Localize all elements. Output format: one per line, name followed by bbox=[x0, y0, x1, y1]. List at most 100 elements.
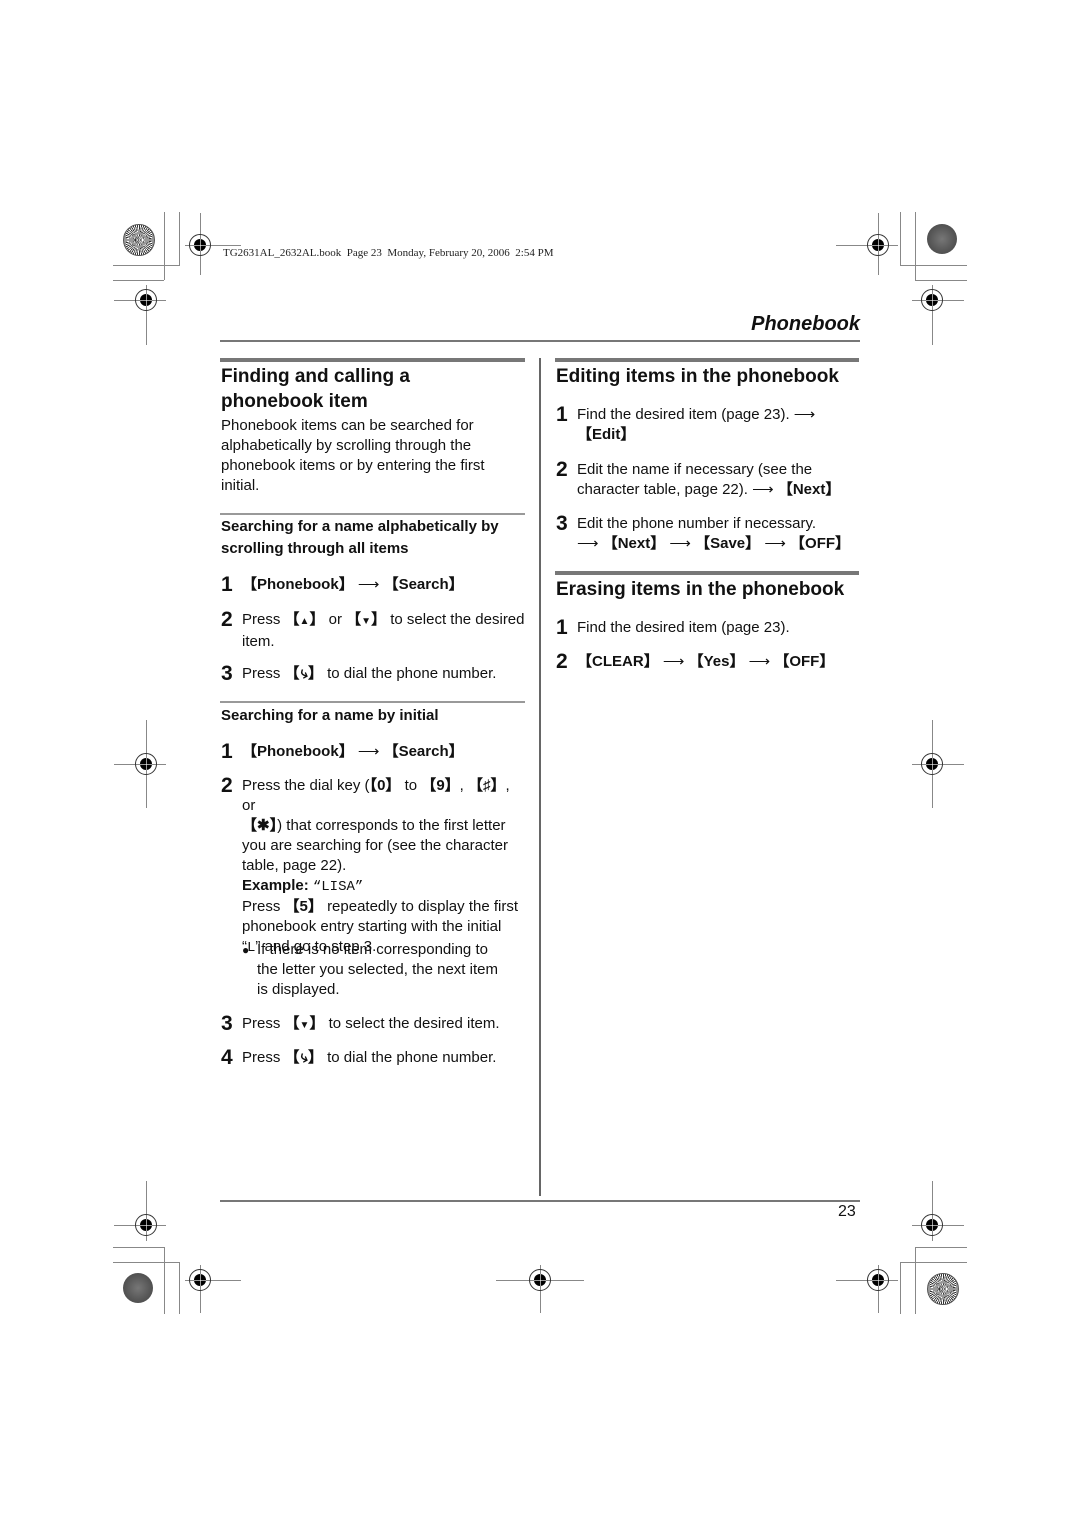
arrow-icon: ⟶ bbox=[764, 535, 786, 552]
crop-mark bbox=[915, 280, 967, 281]
text: Press bbox=[242, 1015, 281, 1032]
intro-line: Phonebook items can be searched for bbox=[221, 417, 474, 434]
text: table, page 22). bbox=[242, 857, 347, 874]
intro-line: initial. bbox=[221, 477, 260, 494]
note-line: the letter you selected, the next item bbox=[257, 961, 498, 978]
subsection-rule bbox=[220, 701, 525, 703]
key-next: Next bbox=[792, 481, 826, 498]
step-number: 1 bbox=[221, 573, 233, 596]
text: Press bbox=[242, 1049, 281, 1066]
key-up-icon: ▲ bbox=[299, 616, 310, 627]
step-number: 4 bbox=[221, 1046, 233, 1069]
key-phonebook: Phonebook bbox=[257, 743, 339, 760]
intro-line: alphabetically by scrolling through the bbox=[221, 437, 472, 454]
section-rule bbox=[555, 571, 859, 575]
step-number: 2 bbox=[221, 608, 233, 631]
registration-disc-icon bbox=[927, 224, 957, 254]
text: Press bbox=[242, 898, 281, 915]
heading-editing: Editing items in the phonebook bbox=[556, 366, 839, 387]
text: Edit the name if necessary (see the bbox=[577, 461, 813, 478]
arrow-icon: ⟶ bbox=[577, 535, 599, 552]
step-number: 1 bbox=[556, 403, 568, 426]
step-number: 3 bbox=[221, 1012, 233, 1035]
page-number: 23 bbox=[838, 1203, 856, 1220]
step-1: 1 【Phonebook】 ⟶ 【Search】 bbox=[221, 740, 464, 763]
crop-mark bbox=[113, 280, 164, 281]
text: Press the dial key ( bbox=[242, 777, 370, 794]
registration-disc-icon bbox=[123, 1273, 153, 1303]
crop-mark bbox=[164, 1247, 165, 1314]
step-1: 1 Find the desired item (page 23). ⟶ 【Edi… bbox=[556, 403, 816, 444]
key-next: Next bbox=[617, 535, 651, 552]
key-off: OFF bbox=[789, 653, 820, 670]
crop-mark bbox=[179, 212, 180, 266]
note-line: If there is no item corresponding to bbox=[257, 941, 488, 958]
crop-mark bbox=[113, 1247, 164, 1248]
key-yes: Yes bbox=[703, 653, 730, 670]
subheading-line: Searching for a name alphabetically by bbox=[221, 518, 499, 535]
arrow-icon: ⟶ bbox=[357, 743, 380, 760]
registration-starburst-icon bbox=[927, 1273, 959, 1305]
heading-finding-calling: Finding and calling a phonebook item bbox=[221, 364, 410, 414]
text: repeatedly to display the first bbox=[327, 898, 518, 915]
key-search: Search bbox=[398, 743, 449, 760]
key-clear: CLEAR bbox=[592, 653, 644, 670]
arrow-icon: ⟶ bbox=[669, 535, 691, 552]
crop-mark bbox=[900, 1262, 901, 1314]
text: , bbox=[459, 777, 464, 794]
section-title: Phonebook bbox=[751, 313, 860, 335]
step-number: 3 bbox=[221, 662, 233, 685]
text: or bbox=[328, 611, 342, 628]
section-rule bbox=[220, 358, 525, 362]
step-3: 3 Edit the phone number if necessary. ⟶ 【… bbox=[556, 512, 851, 553]
text: Edit the phone number if necessary. bbox=[577, 515, 817, 532]
key-star-icon: ✱ bbox=[257, 817, 270, 834]
text: Find the desired item (page 23). bbox=[577, 619, 790, 636]
text: item. bbox=[242, 633, 275, 650]
subsection-rule bbox=[220, 513, 525, 515]
arrow-icon: ⟶ bbox=[662, 653, 685, 670]
crop-mark bbox=[900, 265, 967, 266]
text: phonebook entry starting with the initia… bbox=[242, 918, 502, 935]
text: character table, page 22). bbox=[577, 481, 748, 498]
heading-erasing: Erasing items in the phonebook bbox=[556, 579, 845, 600]
crop-mark bbox=[900, 1262, 967, 1263]
key-down-icon: ▼ bbox=[299, 1020, 310, 1031]
text: ) that corresponds to the first letter bbox=[277, 817, 506, 834]
step-2: 2 Press 【▲】 or 【▼】 to select the desired… bbox=[221, 608, 525, 651]
key-0: 0 bbox=[377, 777, 386, 794]
step-number: 2 bbox=[556, 458, 568, 481]
step-4: 4 Press 【⤷】 to dial the phone number. bbox=[221, 1046, 497, 1069]
subheading-line: scrolling through all items bbox=[221, 540, 409, 557]
bullet-icon: ● bbox=[242, 943, 250, 957]
key-search: Search bbox=[398, 576, 449, 593]
step-number: 1 bbox=[556, 616, 568, 639]
key-phonebook: Phonebook bbox=[257, 576, 339, 593]
step-3: 3 Press 【⤷】 to dial the phone number. bbox=[221, 662, 497, 685]
print-header: TG2631AL_2632AL.book Page 23 Monday, Feb… bbox=[223, 247, 554, 259]
crop-mark bbox=[915, 212, 916, 280]
section-rule bbox=[555, 358, 859, 362]
key-down-icon: ▼ bbox=[361, 616, 372, 627]
key-save: Save bbox=[710, 535, 746, 552]
text: to dial the phone number. bbox=[327, 1049, 497, 1066]
subheading-alphabetical: Searching for a name alphabetically by s… bbox=[221, 516, 499, 560]
text: to select the desired bbox=[390, 611, 525, 628]
heading-line: Finding and calling a bbox=[221, 366, 410, 387]
text: to select the desired item. bbox=[328, 1015, 500, 1032]
crop-mark bbox=[179, 1262, 180, 1314]
arrow-icon: ⟶ bbox=[793, 406, 816, 423]
heading-line: phonebook item bbox=[221, 391, 368, 412]
step-1: 1 【Phonebook】 ⟶ 【Search】 bbox=[221, 573, 464, 596]
key-9: 9 bbox=[436, 777, 445, 794]
column-divider bbox=[539, 358, 541, 1196]
text: to bbox=[404, 777, 418, 794]
step-1: 1 Find the desired item (page 23). bbox=[556, 616, 790, 639]
text: Press bbox=[242, 611, 281, 628]
crop-mark bbox=[915, 1247, 916, 1314]
crop-mark bbox=[113, 1262, 180, 1263]
registration-starburst-icon bbox=[123, 224, 155, 256]
example-value: “LISA” bbox=[312, 879, 364, 895]
text: Find the desired item (page 23). bbox=[577, 406, 790, 423]
arrow-icon: ⟶ bbox=[357, 576, 380, 593]
